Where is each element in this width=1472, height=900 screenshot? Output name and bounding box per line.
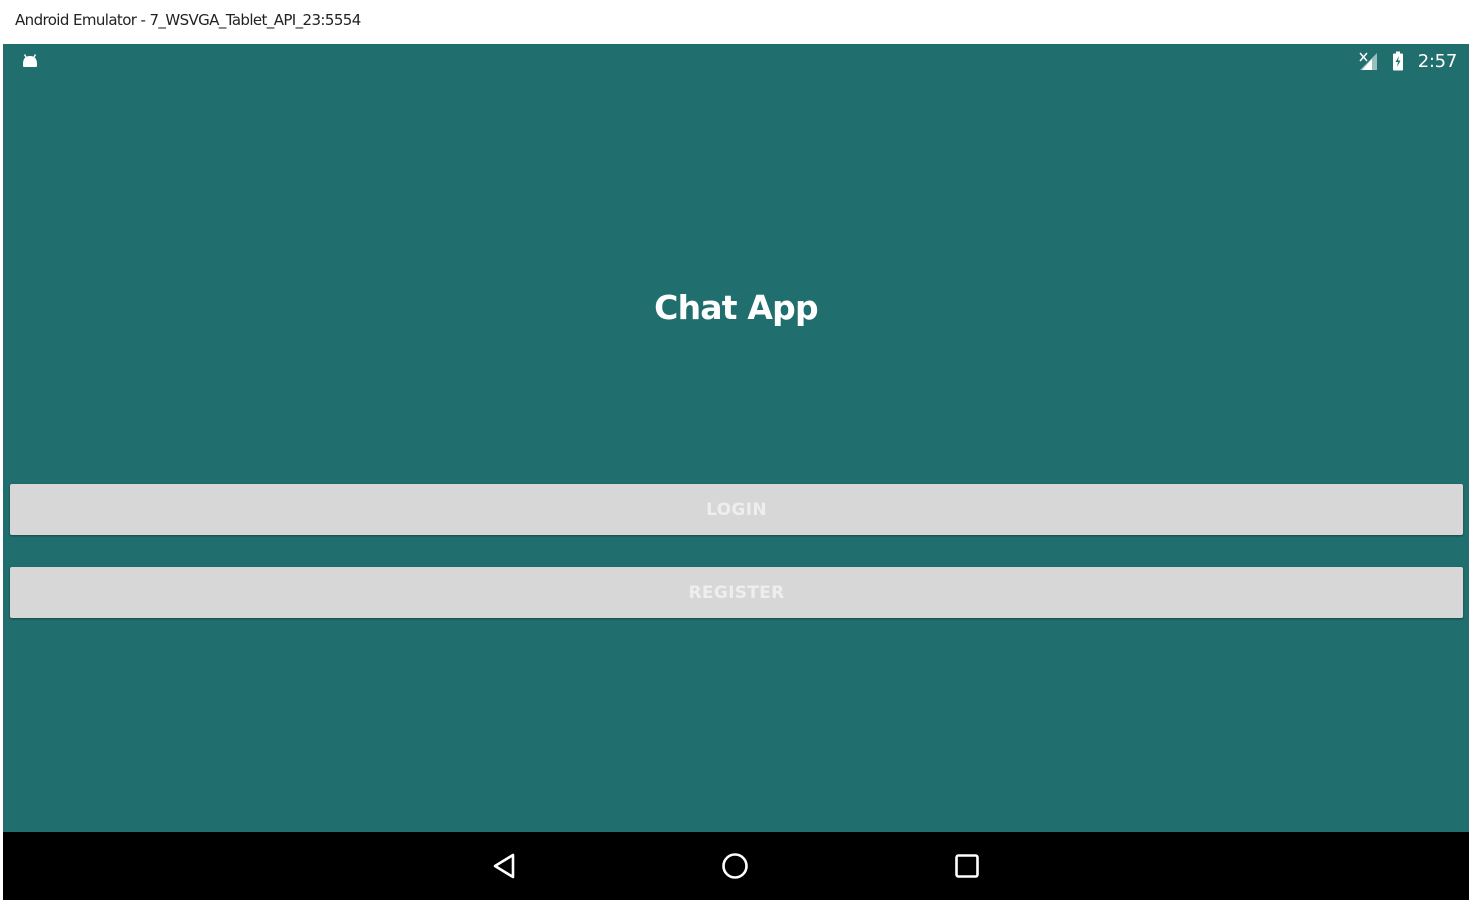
app-screen: 2:57 Chat App LOGIN REGISTER [3,44,1469,832]
home-icon[interactable] [715,846,755,886]
app-title: Chat App [654,288,818,327]
recents-icon[interactable] [947,846,987,886]
register-button[interactable]: REGISTER [10,567,1463,618]
signal-icon [1358,51,1378,71]
login-button[interactable]: LOGIN [10,484,1463,535]
android-icon [21,52,39,70]
navigation-bar [3,832,1469,900]
status-time: 2:57 [1417,50,1458,72]
window-titlebar[interactable]: Android Emulator - 7_WSVGA_Tablet_API_23… [0,0,1472,44]
window-title: Android Emulator - 7_WSVGA_Tablet_API_23… [15,11,361,29]
battery-icon [1388,51,1408,71]
status-bar-right: 2:57 [1358,48,1457,74]
back-icon[interactable] [484,846,524,886]
emulator-window: Android Emulator - 7_WSVGA_Tablet_API_23… [0,0,1472,900]
